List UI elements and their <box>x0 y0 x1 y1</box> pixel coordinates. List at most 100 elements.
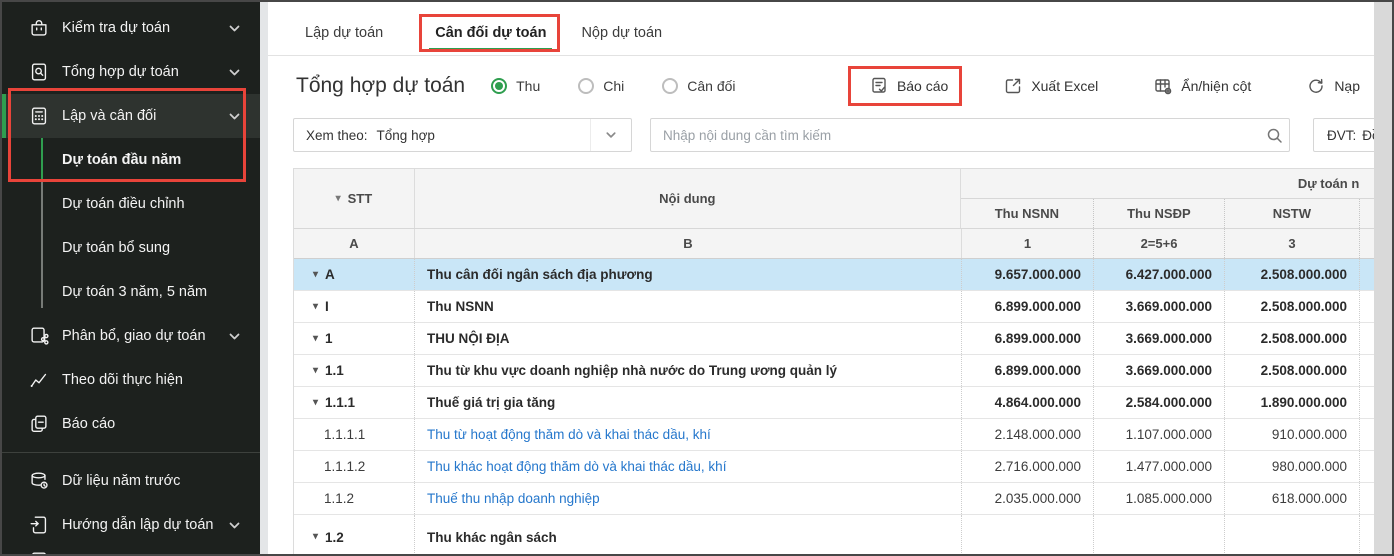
radio-selected-icon <box>491 78 507 94</box>
refresh-label: Nạp <box>1334 78 1360 94</box>
sidebar-content-gap <box>260 2 268 554</box>
search-icon[interactable] <box>1259 127 1289 144</box>
sidebar-item-label: Tổng hợp dự toán <box>62 64 179 80</box>
columns-gear-icon <box>1154 77 1172 95</box>
radio-unselected-icon <box>662 78 678 94</box>
sidebar-item-label: Dự toán điều chỉnh <box>62 196 185 212</box>
table-row[interactable]: ▾1.2 Thu khác ngân sách <box>294 515 1374 554</box>
sidebar-item-theo-doi-thuc-hien[interactable]: Theo dõi thực hiện <box>2 358 260 402</box>
row-content-link[interactable]: Thu khác hoạt động thăm dò và khai thác … <box>414 451 961 482</box>
row-content-link[interactable]: Thu từ hoạt động thăm dò và khai thác dầ… <box>414 419 961 450</box>
page-title: Tổng hợp dự toán <box>296 74 465 98</box>
sidebar-item-label: Lập và cân đối <box>62 108 156 124</box>
sidebar-item-partial[interactable] <box>2 539 260 554</box>
report-button-label: Báo cáo <box>897 78 948 94</box>
table-row[interactable]: 1.1.2 Thuế thu nhập doanh nghiệp 2.035.0… <box>294 483 1374 515</box>
tab-label: Cân đối dự toán <box>435 25 546 41</box>
code-cell: 2=5+6 <box>1093 229 1224 258</box>
budget-table: ▾ STT Nội dung Dự toán n Thu NSNN Thu NS… <box>293 168 1374 554</box>
report-button[interactable]: Báo cáo <box>870 77 948 95</box>
export-icon <box>1004 77 1022 95</box>
sidebar-divider <box>2 452 260 453</box>
row-content-link[interactable]: Thuế thu nhập doanh nghiệp <box>414 483 961 514</box>
view-mode-label: Xem theo: <box>306 128 368 143</box>
table-row[interactable]: ▾1 THU NỘI ĐỊA 6.899.000.000 3.669.000.0… <box>294 323 1374 355</box>
column-header-extra <box>1359 199 1374 228</box>
sidebar-item-du-toan-dieu-chinh[interactable]: Dự toán điều chỉnh <box>2 182 260 226</box>
collapse-caret[interactable]: ▾ <box>313 532 318 542</box>
radio-label: Chi <box>603 78 624 94</box>
document-search-icon <box>28 61 50 83</box>
table-row[interactable]: ▾1.1.1 Thuế giá trị gia tăng 4.864.000.0… <box>294 387 1374 419</box>
search-box <box>650 118 1290 152</box>
radio-can-doi[interactable]: Cân đối <box>662 78 735 94</box>
sidebar-item-phan-bo-giao-du-toan[interactable]: Phân bổ, giao dự toán <box>2 314 260 358</box>
row-content: Thu NSNN <box>414 291 961 322</box>
export-excel-label: Xuất Excel <box>1031 78 1098 94</box>
refresh-icon <box>1307 77 1325 95</box>
row-content: THU NỘI ĐỊA <box>414 323 961 354</box>
toggle-columns-button[interactable]: Ẩn/hiện cột <box>1154 77 1251 95</box>
sidebar-item-label: Dự toán đầu năm <box>62 152 181 168</box>
tab-label: Lập dự toán <box>305 25 383 41</box>
main-content: Lập dự toán Cân đối dự toán Nộp dự toán … <box>268 2 1374 554</box>
unit-display: ĐVT: Đồng <box>1313 118 1374 152</box>
refresh-button[interactable]: Nạp <box>1307 77 1360 95</box>
sidebar-item-label: Dữ liệu năm trước <box>62 473 180 489</box>
code-cell: A <box>294 229 414 258</box>
app-window: Kiểm tra dự toán Tổng hợp dự toán Lập và… <box>0 0 1394 556</box>
column-header-thu-nsdp: Thu NSĐP <box>1093 199 1224 228</box>
row-content: Thuế giá trị gia tăng <box>414 387 961 418</box>
column-header-stt[interactable]: ▾ STT <box>294 169 414 228</box>
radio-group: Thu Chi Cân đối <box>491 78 735 94</box>
briefcase-icon <box>28 17 50 39</box>
sidebar-item-label: Dự toán bổ sung <box>62 240 170 256</box>
radio-thu[interactable]: Thu <box>491 78 540 94</box>
tab-label: Nộp dự toán <box>581 25 662 41</box>
collapse-caret[interactable]: ▾ <box>313 270 318 280</box>
table-row[interactable]: ▾1.1 Thu từ khu vực doanh nghiệp nhà nướ… <box>294 355 1374 387</box>
row-content: Thu khác ngân sách <box>414 515 961 554</box>
sidebar-item-du-lieu-nam-truoc[interactable]: Dữ liệu năm trước <box>2 459 260 503</box>
table-row[interactable]: 1.1.1.2 Thu khác hoạt động thăm dò và kh… <box>294 451 1374 483</box>
column-group-du-toan: Dự toán n Thu NSNN Thu NSĐP NSTW <box>960 169 1374 228</box>
table-row[interactable]: ▾I Thu NSNN 6.899.000.000 3.669.000.000 … <box>294 291 1374 323</box>
code-cell: 3 <box>1224 229 1359 258</box>
sidebar-item-label: Dự toán 3 năm, 5 năm <box>62 284 207 300</box>
radio-label: Cân đối <box>687 78 735 94</box>
tab-nop-du-toan[interactable]: Nộp dự toán <box>581 10 662 56</box>
column-code-row: A B 1 2=5+6 3 <box>294 229 1374 259</box>
search-input[interactable] <box>651 119 1259 151</box>
sidebar-item-du-toan-dau-nam[interactable]: Dự toán đầu năm <box>2 138 260 182</box>
sidebar-item-du-toan-3-nam-5-nam[interactable]: Dự toán 3 năm, 5 năm <box>2 270 260 314</box>
view-mode-select[interactable]: Xem theo: Tổng hợp <box>293 118 632 152</box>
radio-chi[interactable]: Chi <box>578 78 624 94</box>
tab-can-doi-du-toan[interactable]: Cân đối dự toán <box>435 10 546 56</box>
unit-value: Đồng <box>1362 128 1374 143</box>
sidebar-item-label: Phân bổ, giao dự toán <box>62 328 206 344</box>
calculator-icon <box>28 105 50 127</box>
radio-unselected-icon <box>578 78 594 94</box>
table-row[interactable]: 1.1.1.1 Thu từ hoạt động thăm dò và khai… <box>294 419 1374 451</box>
chevron-down-icon <box>227 518 242 533</box>
sidebar-item-kiem-tra-du-toan[interactable]: Kiểm tra dự toán <box>2 6 260 50</box>
collapse-caret[interactable]: ▾ <box>313 366 318 376</box>
sidebar-item-du-toan-bo-sung[interactable]: Dự toán bổ sung <box>2 226 260 270</box>
export-excel-button[interactable]: Xuất Excel <box>1004 77 1098 95</box>
chevron-down-icon <box>227 329 242 344</box>
chevron-down-icon <box>590 119 631 151</box>
vertical-scrollbar[interactable] <box>1374 2 1392 554</box>
collapse-caret[interactable]: ▾ <box>313 334 318 344</box>
radio-label: Thu <box>516 78 540 94</box>
table-row[interactable]: ▾A Thu cân đối ngân sách địa phương 9.65… <box>294 259 1374 291</box>
column-header-thu-nsnn: Thu NSNN <box>961 199 1093 228</box>
sidebar-item-lap-va-can-doi[interactable]: Lập và cân đối <box>2 94 260 138</box>
report-copy-icon <box>28 413 50 435</box>
sidebar: Kiểm tra dự toán Tổng hợp dự toán Lập và… <box>2 2 260 554</box>
sidebar-item-tong-hop-du-toan[interactable]: Tổng hợp dự toán <box>2 50 260 94</box>
tab-lap-du-toan[interactable]: Lập dự toán <box>305 10 383 56</box>
sidebar-item-bao-cao[interactable]: Báo cáo <box>2 402 260 446</box>
collapse-caret[interactable]: ▾ <box>313 302 318 312</box>
sub-columns: Thu NSNN Thu NSĐP NSTW <box>961 199 1374 228</box>
collapse-caret[interactable]: ▾ <box>313 398 318 408</box>
